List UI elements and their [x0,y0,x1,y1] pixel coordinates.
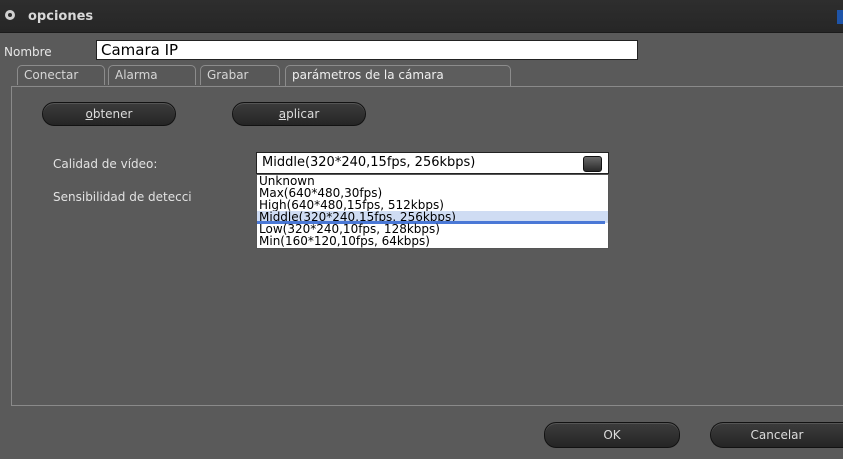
ok-button[interactable]: OK [544,422,680,448]
obtener-mnemonic: o [85,107,93,121]
name-label: Nombre [4,45,52,59]
dropdown-arrow-icon[interactable] [583,156,602,172]
video-quality-label: Calidad de vídeo: [53,157,158,171]
video-quality-dropdown: Unknown Max(640*480,30fps) High(640*480,… [256,174,609,249]
video-quality-value: Middle(320*240,15fps, 256kbps) [262,155,476,170]
tab-grabar[interactable]: Grabar [200,65,280,85]
title-bar: opciones [0,0,843,33]
cancel-button[interactable]: Cancelar [710,422,843,448]
name-input[interactable]: Camara IP [96,40,638,60]
aplicar-mnemonic: a [278,107,287,121]
aplicar-button[interactable]: aplicar [232,102,366,126]
tab-camera-params[interactable]: parámetros de la cámara [285,65,511,87]
tab-alarma[interactable]: Alarma [108,65,196,85]
window-title: opciones [28,9,94,24]
obtener-button[interactable]: obtener [42,102,176,126]
obtener-label: btener [92,107,133,121]
aplicar-label: plicar [286,107,320,121]
detection-sensitivity-label: Sensibilidad de detecci [53,190,192,204]
video-quality-select[interactable]: Middle(320*240,15fps, 256kbps) [256,152,609,174]
app-icon [5,10,15,20]
tab-conectar[interactable]: Conectar [17,65,105,85]
window-control-icon[interactable] [837,10,843,24]
option-min[interactable]: Min(160*120,10fps, 64kbps) [257,235,608,247]
